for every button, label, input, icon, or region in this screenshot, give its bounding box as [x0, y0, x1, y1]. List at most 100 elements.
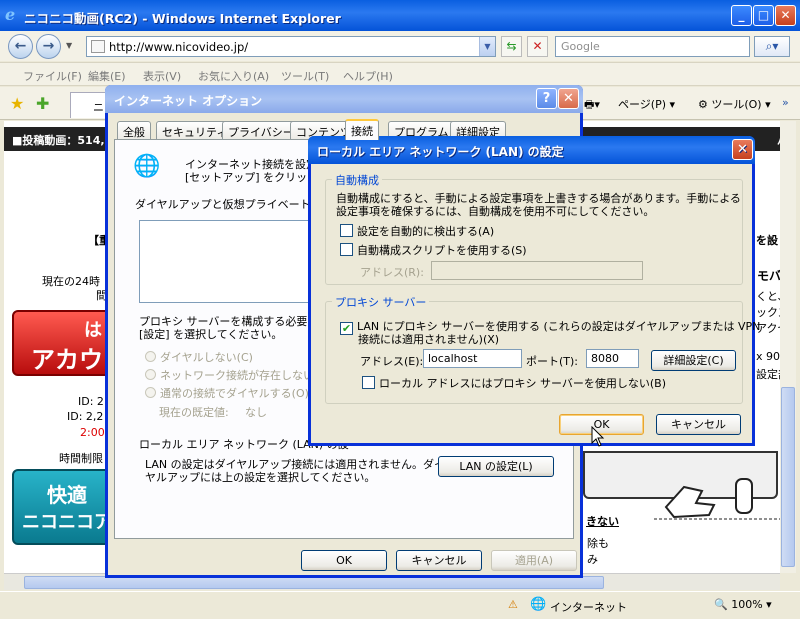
nico-mascot-illustration — [654, 478, 784, 520]
options-ok-button[interactable]: OK — [301, 550, 387, 571]
bypass-local-label: ローカル アドレスにはプロキシ サーバーを使用しない(B) — [379, 377, 667, 390]
popup-blocked-icon[interactable]: ⚠ — [508, 598, 518, 611]
auto-script-checkbox[interactable]: 自動構成スクリプトを使用する(S) — [340, 242, 527, 258]
search-input[interactable]: Google — [555, 36, 750, 57]
nico-limit: 時間制限 — [59, 452, 103, 465]
nico-time: 2:00 — [80, 426, 105, 439]
vertical-scroll-thumb[interactable] — [781, 387, 795, 567]
browser-tab[interactable]: ニ — [70, 92, 110, 118]
address-value: http://www.nicovideo.jp/ — [109, 40, 249, 54]
radio-always-dial[interactable]: 通常の接続でダイヤルする(O) — [145, 385, 309, 401]
radio-always-dial-label: 通常の接続でダイヤルする(O) — [160, 387, 309, 400]
nico-id2: ID: 2,2 — [67, 410, 104, 423]
proxy-server-group: プロキシ サーバー ✔ LAN にプロキシ サーバーを使用する (これらの設定はダ… — [325, 294, 760, 404]
menu-file[interactable]: ファイル(F) — [23, 68, 82, 84]
nico-mobile: モバ — [757, 269, 782, 283]
default-label: 現在の既定値: — [159, 406, 229, 419]
help-button[interactable]: ? — [536, 88, 557, 109]
nico-cannot: きない — [586, 515, 619, 528]
auto-config-group: 自動構成 自動構成にすると、手動による設定事項を上書きする場合があります。手動に… — [325, 172, 743, 285]
add-favorites-icon[interactable]: ✚ — [36, 94, 49, 113]
nico-remove: 除も — [587, 537, 609, 550]
options-cancel-button[interactable]: キャンセル — [396, 550, 482, 571]
menu-favorites[interactable]: お気に入り(A) — [198, 68, 269, 84]
tab-general[interactable]: 全般 — [117, 121, 151, 139]
mouse-cursor-icon — [591, 426, 605, 447]
proxy-advanced-button[interactable]: 詳細設定(C) — [651, 350, 736, 371]
browser-tab-label: ニ — [93, 101, 104, 114]
radio-never-dial-label: ダイヤルしない(C) — [160, 351, 253, 364]
tab-privacy[interactable]: プライバシー — [222, 121, 300, 139]
lan-settings-dialog: ローカル エリア ネットワーク (LAN) の設定 ✕ 自動構成 自動構成にする… — [308, 136, 760, 446]
ie-logo-icon: e — [5, 5, 16, 24]
proxy-port-input[interactable]: 8080 — [586, 349, 639, 368]
nico-line1: 現在の24時 — [42, 275, 100, 288]
back-button[interactable]: ← — [8, 34, 33, 59]
menu-edit[interactable]: 編集(E) — [88, 68, 126, 84]
address-input[interactable]: http://www.nicovideo.jp/ ▼ — [86, 36, 496, 57]
forward-button[interactable]: → — [36, 34, 61, 59]
chevron-right-icon[interactable]: » — [782, 96, 789, 109]
nico-right4: x 90 — [756, 350, 781, 363]
options-apply-button[interactable]: 適用(A) — [491, 550, 577, 571]
script-address-label: アドレス(R): — [360, 266, 424, 279]
internet-options-close-button[interactable]: ✕ — [558, 88, 579, 109]
menu-tools[interactable]: ツール(T) — [281, 68, 329, 84]
radio-never-dial[interactable]: ダイヤルしない(C) — [145, 349, 253, 365]
page-menu-button[interactable]: ページ(P) ▾ — [618, 96, 675, 112]
nico-id1: ID: 2 — [78, 395, 104, 408]
security-zone: インターネット — [550, 601, 627, 614]
lan-text-2: ヤルアップには上の設定を選択してください。 — [145, 471, 376, 484]
proxy-address-input[interactable]: localhost — [423, 349, 522, 368]
zoom-level[interactable]: 🔍 100% ▾ — [714, 598, 772, 611]
use-proxy-label-2: 接続には適用されません)(X) — [358, 333, 500, 346]
nico-notice-right: を設 — [756, 234, 778, 247]
page-menu-label: ページ(P) — [618, 98, 666, 111]
status-bar: ⚠ 🌐 インターネット 🔍 100% ▾ — [0, 591, 800, 619]
browser-title-bar: e ニコニコ動画(RC2) - Windows Internet Explore… — [0, 0, 800, 31]
network-globe-icon: 🌐 — [133, 154, 161, 179]
tab-connections[interactable]: 接続 — [345, 119, 379, 140]
proxy-text-2: [設定] を選択してください。 — [139, 328, 283, 341]
zoom-value: 100% — [731, 598, 763, 611]
dialup-list[interactable] — [139, 220, 319, 303]
lan-settings-title-bar: ローカル エリア ネットワーク (LAN) の設定 ✕ — [308, 136, 755, 164]
internet-options-title: インターネット オプション — [114, 94, 263, 108]
maximize-button[interactable]: □ — [753, 5, 774, 26]
premium-text: アカウ — [31, 346, 103, 374]
proxy-server-legend: プロキシ サーバー — [332, 294, 430, 310]
script-address-field[interactable] — [431, 261, 643, 280]
search-icon[interactable]: ⌕▾ — [754, 36, 790, 57]
lan-settings-title: ローカル エリア ネットワーク (LAN) の設定 — [317, 145, 564, 159]
address-dropdown-icon[interactable]: ▼ — [479, 37, 495, 56]
close-button[interactable]: ✕ — [775, 5, 796, 26]
browser-title: ニコニコ動画(RC2) - Windows Internet Explorer — [24, 11, 341, 26]
proxy-port-label: ポート(T): — [526, 355, 579, 368]
proxy-address-label: アドレス(E): — [360, 355, 424, 368]
history-dropdown-icon[interactable]: ▼ — [66, 41, 72, 50]
address-bar-row: ← → ▼ http://www.nicovideo.jp/ ▼ ⇆ ✕ Goo… — [0, 31, 800, 61]
default-value: なし — [245, 406, 267, 419]
menu-help[interactable]: ヘルプ(H) — [343, 68, 393, 84]
auto-script-label: 自動構成スクリプトを使用する(S) — [357, 244, 527, 257]
lan-cancel-button[interactable]: キャンセル — [656, 414, 741, 435]
auto-detect-label: 設定を自動的に検出する(A) — [357, 225, 495, 238]
auto-config-desc-2: 設定事項を確保するには、自動構成を使用不可にしてください。 — [336, 205, 655, 218]
lan-settings-button[interactable]: LAN の設定(L) — [438, 456, 554, 477]
tools-menu-button[interactable]: ⚙ ツール(O) ▾ — [698, 96, 771, 112]
vertical-scrollbar[interactable] — [780, 121, 796, 573]
tools-menu-label: ツール(O) — [711, 98, 762, 111]
menu-bar: ファイル(F) 編集(E) 表示(V) お気に入り(A) ツール(T) ヘルプ(… — [0, 62, 800, 86]
stop-button[interactable]: ✕ — [527, 36, 548, 57]
minimize-button[interactable]: _ — [731, 5, 752, 26]
lan-settings-close-button[interactable]: ✕ — [732, 139, 753, 160]
print-icon[interactable]: 🖶▾ — [584, 96, 600, 115]
menu-view[interactable]: 表示(V) — [143, 68, 181, 84]
auto-detect-checkbox[interactable]: 設定を自動的に検出する(A) — [340, 223, 494, 239]
bypass-local-checkbox[interactable]: ローカル アドレスにはプロキシ サーバーを使用しない(B) — [362, 375, 666, 391]
nico-mi: み — [587, 553, 598, 566]
auto-config-legend: 自動構成 — [332, 172, 382, 188]
favorites-star-icon[interactable]: ★ — [10, 94, 24, 113]
refresh-button[interactable]: ⇆ — [501, 36, 522, 57]
internet-options-title-bar: インターネット オプション ? ✕ — [105, 85, 583, 113]
